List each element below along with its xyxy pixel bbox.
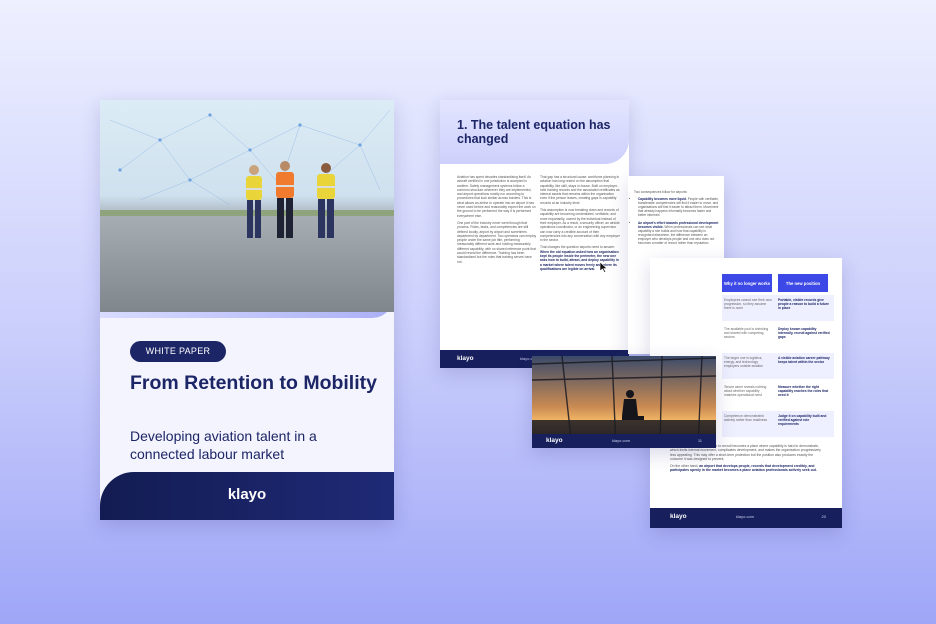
table-cell: Judge it on capability built and verifie…	[778, 414, 827, 426]
section-header: 1. The talent equation has changed	[440, 100, 629, 164]
cursor-icon	[600, 262, 608, 273]
white-paper-badge: WHITE PAPER	[130, 341, 226, 362]
list-item: An airport's effort towards professional…	[638, 221, 720, 246]
talent-equation-page: 1. The talent equation has changed Aviat…	[440, 100, 629, 368]
page-footer: klayo klayo.com 11	[532, 434, 716, 448]
klayo-logo: klayo	[227, 486, 267, 503]
text-column-left: Aviation has spent decades standardising…	[457, 175, 537, 267]
cover-photo	[100, 100, 394, 312]
cover-title: From Retention to Mobility	[130, 372, 377, 394]
table-cell: Deploy known capability internally, recr…	[778, 327, 830, 339]
table-cell: Employees cannot see their own progressi…	[724, 298, 772, 310]
white-paper-cover: WHITE PAPER From Retention to Mobility D…	[100, 100, 394, 520]
page-number: 11	[697, 438, 702, 443]
paragraph: On the other hand, an airport that devel…	[670, 464, 826, 473]
paragraph: Aviation has spent decades standardising…	[457, 175, 536, 218]
paragraph: One part of the industry never went thro…	[457, 220, 537, 264]
table-row: The available pool is shrinking and shar…	[722, 324, 834, 350]
footer-logo: klayo	[670, 513, 687, 520]
terminal-photo-page: klayo klayo.com 11	[532, 356, 716, 448]
page-number: 20	[821, 514, 826, 519]
table-cell: A visible aviation career pathway keeps …	[778, 356, 830, 364]
table-cell: Measure whether the right capability rea…	[778, 385, 829, 397]
table-cell: Portable, visible records give people a …	[778, 298, 829, 310]
footer-logo: klayo	[457, 355, 474, 362]
footer-url: klayo.com	[736, 514, 755, 519]
list-item: Capability becomes more liquid. People w…	[638, 197, 720, 217]
cover-subtitle: Developing aviation talent in a connecte…	[130, 428, 317, 462]
paragraph: That changes the question airports need …	[540, 245, 620, 271]
text-column-right: That gap has a structural cause: workfor…	[540, 175, 620, 274]
column-header: Why it no longer works	[722, 274, 772, 292]
paragraph: That gap has a structural cause: workfor…	[540, 175, 620, 205]
closing-text: ...needs to make its staff harder to rec…	[670, 444, 826, 476]
cover-footer: klayo	[100, 472, 394, 520]
section-title: 1. The talent equation has changed	[457, 118, 611, 146]
consequences-text: Two consequences follow for airports: Ca…	[634, 190, 720, 248]
page-footer: klayo klayo.com 20	[650, 508, 842, 528]
table-row: Employees cannot see their own progressi…	[722, 295, 834, 321]
table-cell: Tenure alone reveals nothing about wheth…	[724, 385, 767, 397]
column-header: The new position	[778, 274, 828, 292]
footer-logo: klayo	[546, 437, 563, 444]
table-row: Tenure alone reveals nothing about wheth…	[722, 382, 834, 408]
table-cell: The larger one is logistics, energy, and…	[724, 356, 764, 368]
paragraph: Two consequences follow for airports:	[634, 190, 688, 194]
bullet-list: Capability becomes more liquid. People w…	[634, 197, 720, 245]
table-row: Competence demonstrated actively rather …	[722, 411, 834, 437]
paragraph: This assumption is now breaking down and…	[540, 208, 620, 243]
table-cell: The available pool is shrinking and shar…	[724, 327, 769, 339]
table-cell: Competence demonstrated actively rather …	[724, 414, 768, 422]
footer-url: klayo.com	[612, 438, 631, 443]
table-row: The larger one is logistics, energy, and…	[722, 353, 834, 379]
